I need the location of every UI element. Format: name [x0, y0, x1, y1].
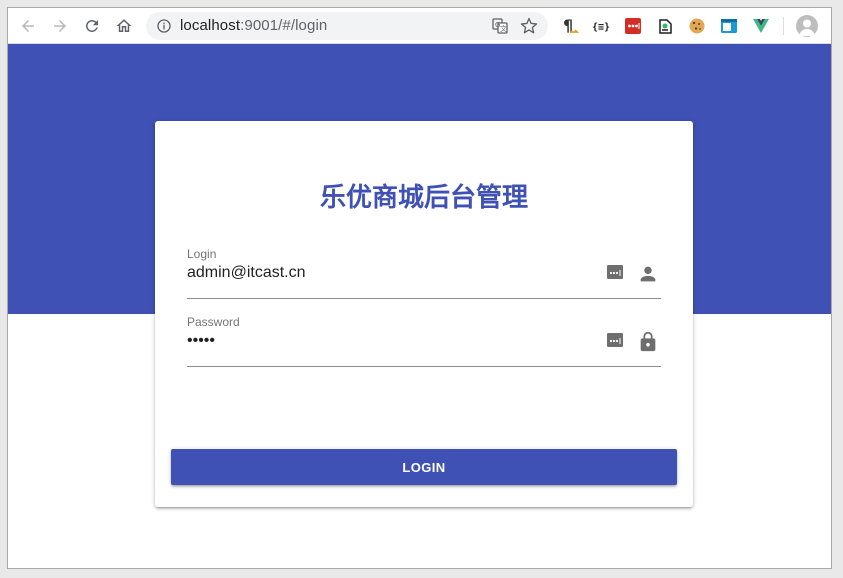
password-underline — [187, 366, 661, 367]
profile-avatar-icon[interactable] — [796, 15, 818, 37]
vue-devtools-extension-icon[interactable] — [752, 17, 770, 35]
translate-icon[interactable]: G文 — [492, 18, 508, 34]
login-underline — [187, 298, 661, 299]
login-input[interactable]: admin@itcast.cn — [187, 264, 306, 282]
formatting-marks-extension-icon[interactable]: ¶ — [561, 17, 579, 35]
page-content: 乐优商城后台管理 Login admin@itcast.cn Password … — [8, 44, 831, 568]
svg-text:{≡}: {≡} — [592, 22, 610, 33]
password-manager-key-icon[interactable] — [607, 333, 623, 347]
reload-icon[interactable] — [80, 14, 104, 38]
forward-arrow-icon[interactable] — [48, 14, 72, 38]
lock-icon — [637, 331, 659, 353]
password-manager-key-icon[interactable] — [607, 265, 623, 279]
password-field[interactable]: Password ••••• — [187, 315, 661, 367]
password-label: Password — [187, 315, 240, 329]
evernote-extension-icon[interactable] — [656, 17, 674, 35]
svg-text:文: 文 — [500, 24, 507, 33]
lastpass-extension-icon[interactable] — [624, 17, 642, 35]
url-path: :9001/#/login — [240, 17, 328, 34]
toolbar-divider — [783, 17, 784, 35]
address-bar[interactable]: localhost:9001/#/login G文 — [146, 12, 548, 40]
json-viewer-extension-icon[interactable]: {≡} — [591, 17, 615, 35]
star-icon[interactable] — [520, 17, 538, 35]
home-icon[interactable] — [112, 14, 136, 38]
browser-window: localhost:9001/#/login G文 ¶ {≡} 乐优商城后台管理… — [7, 7, 832, 569]
page-title: 乐优商城后台管理 — [319, 183, 528, 213]
url-host: localhost — [180, 17, 241, 34]
window-resizer-extension-icon[interactable] — [720, 17, 738, 35]
login-card: 乐优商城后台管理 Login admin@itcast.cn Password … — [155, 121, 693, 507]
url-text: localhost:9001/#/login — [180, 17, 327, 34]
password-input[interactable]: ••••• — [187, 332, 215, 350]
cookie-extension-icon[interactable] — [688, 17, 706, 35]
browser-toolbar: localhost:9001/#/login G文 ¶ {≡} — [8, 8, 831, 44]
person-icon — [637, 263, 659, 285]
login-button[interactable]: LOGIN — [171, 449, 677, 485]
back-arrow-icon[interactable] — [16, 14, 40, 38]
login-label: Login — [187, 247, 217, 261]
login-field[interactable]: Login admin@itcast.cn — [187, 247, 661, 299]
info-icon[interactable] — [156, 18, 172, 34]
